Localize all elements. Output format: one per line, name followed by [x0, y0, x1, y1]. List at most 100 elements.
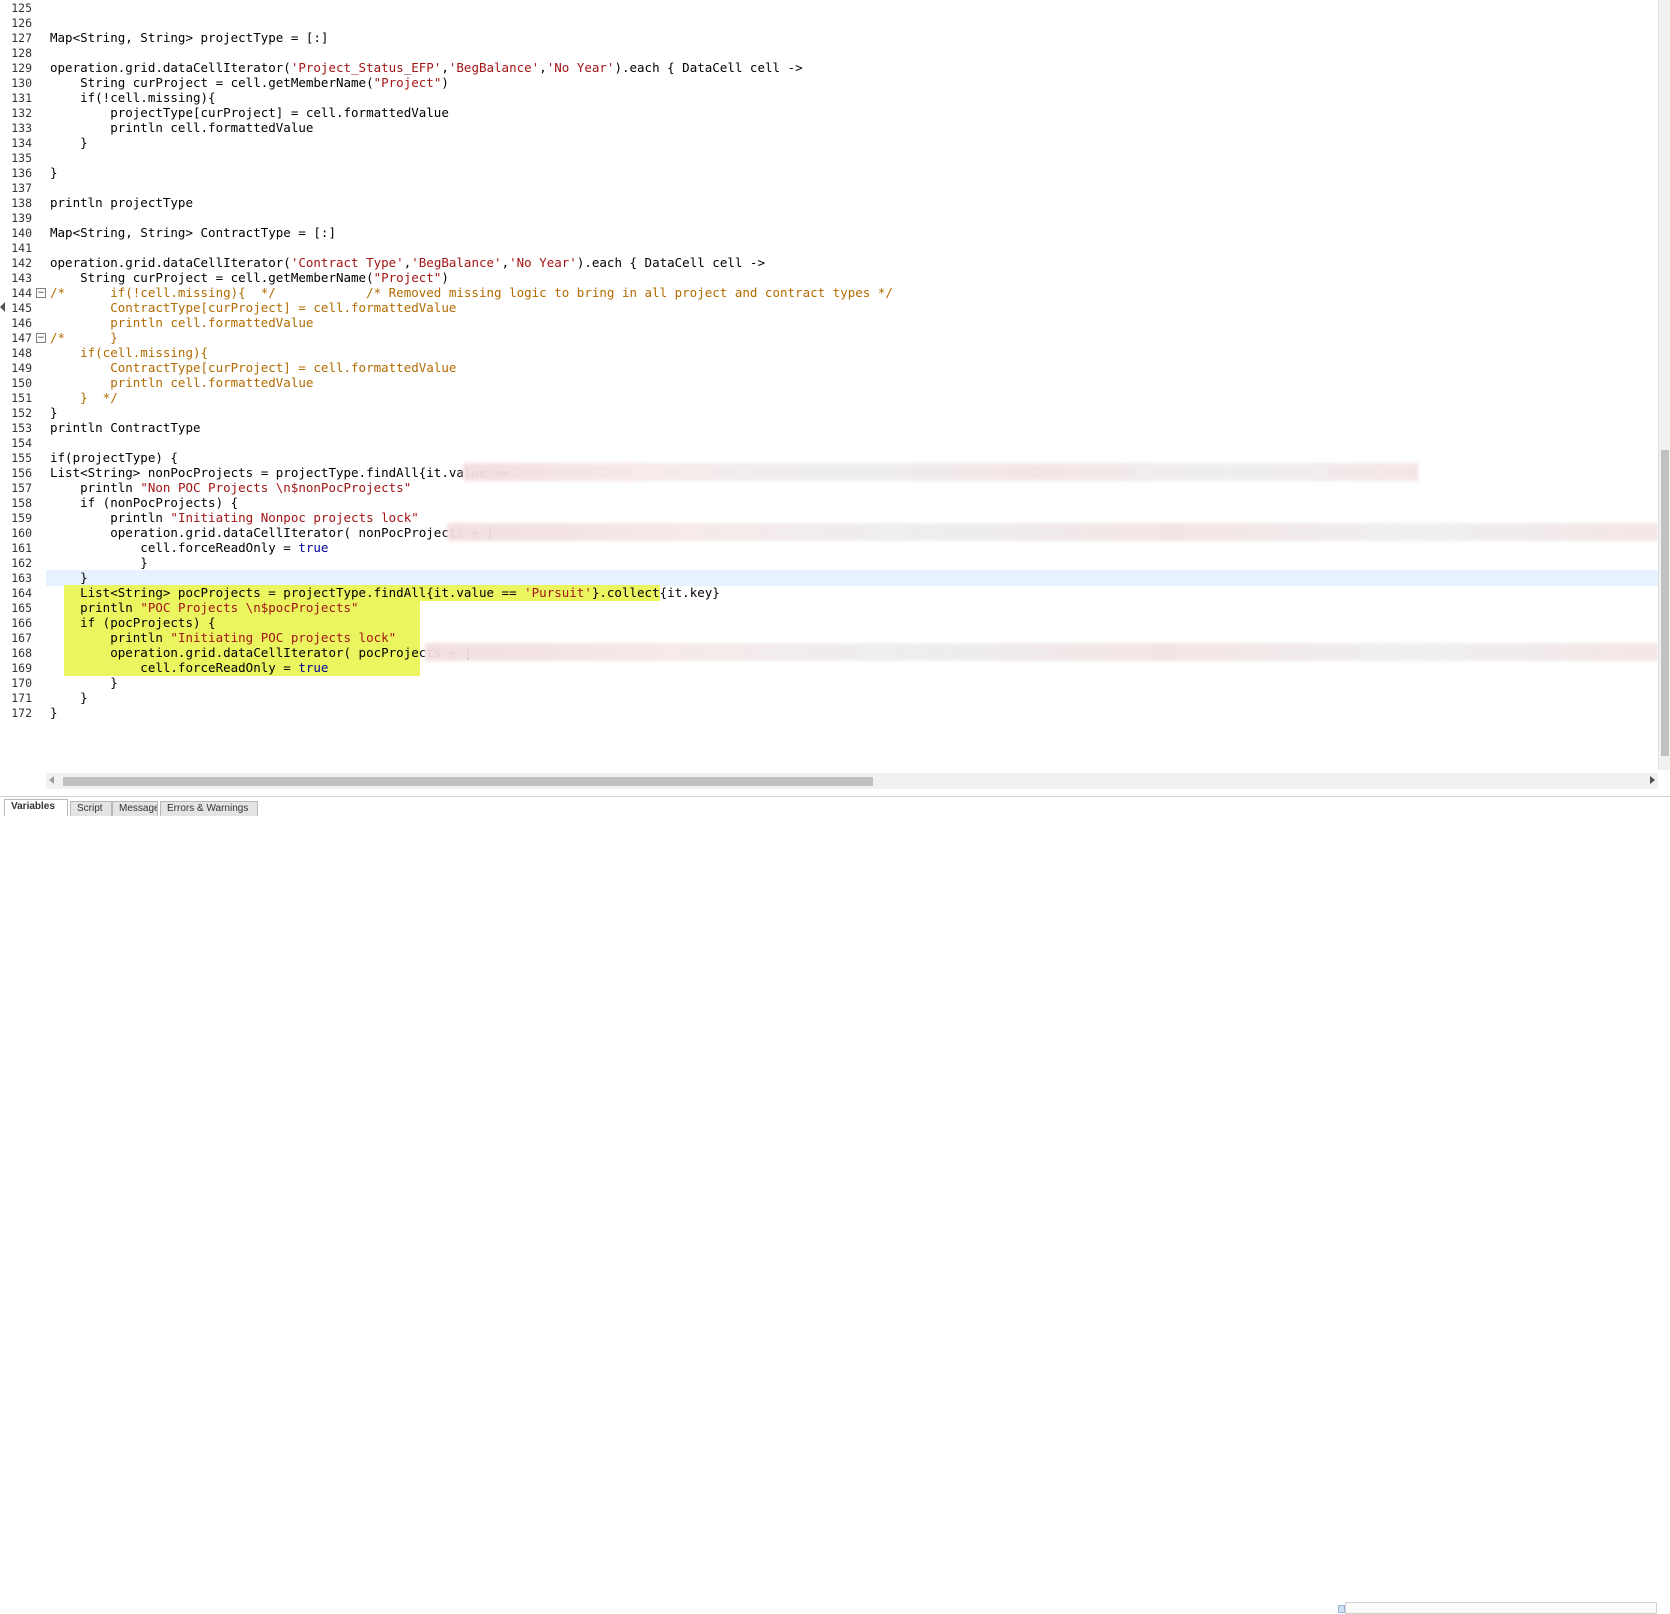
code-line[interactable]: 156 List<String> nonPocProjects = project… [0, 463, 1658, 481]
code-line[interactable]: 157 println "Non POC Projects \n$nonPocP… [0, 480, 1658, 496]
line-number: 132 [11, 106, 32, 120]
code-line[interactable]: 128 [0, 45, 1658, 61]
code-line[interactable]: 135 [0, 150, 1658, 166]
line-number: 149 [11, 361, 32, 375]
line-number: 128 [11, 46, 32, 60]
code-line[interactable]: 125 [0, 0, 1658, 16]
code-line[interactable]: 163 } [0, 570, 1658, 586]
code-editor[interactable]: 125 126 127 Map<String, String> projectType… [0, 0, 1670, 770]
line-number: 131 [11, 91, 32, 105]
code-text: operation.grid.dataCellIterator( pocProj… [50, 645, 472, 660]
code-line[interactable]: 137 [0, 180, 1658, 196]
code-line[interactable]: 170 } [0, 675, 1658, 691]
code-line[interactable]: 168 operation.grid.dataCellIterator( poc… [0, 643, 1658, 661]
vertical-scroll-thumb[interactable] [1661, 450, 1669, 756]
code-text: String curProject = cell.getMemberName("… [50, 270, 449, 285]
arrow-right-icon[interactable] [1650, 776, 1655, 784]
fold-minus-icon[interactable]: − [36, 333, 46, 343]
line-number: 154 [11, 436, 32, 450]
arrow-left-icon[interactable] [49, 776, 54, 784]
code-line[interactable]: 151 } */ [0, 390, 1658, 406]
tab-errors-warnings[interactable]: Errors & Warnings [160, 801, 258, 816]
code-text: operation.grid.dataCellIterator('Project… [50, 60, 803, 75]
code-line[interactable]: 130 String curProject = cell.getMemberNa… [0, 75, 1658, 91]
code-line[interactable]: 149 ContractType[curProject] = cell.form… [0, 360, 1658, 376]
code-line[interactable]: 129 operation.grid.dataCellIterator('Proj… [0, 60, 1658, 76]
code-text: cell.forceReadOnly = true [50, 660, 329, 675]
line-number: 127 [11, 31, 32, 45]
code-line[interactable]: 126 [0, 15, 1658, 31]
tab-messages[interactable]: Messages [112, 801, 158, 816]
code-line[interactable]: 164 List<String> pocProjects = projectTy… [0, 585, 1658, 601]
line-number: 138 [11, 196, 32, 210]
line-number: 133 [11, 121, 32, 135]
line-number: 141 [11, 241, 32, 255]
code-line[interactable]: 171 } [0, 690, 1658, 706]
code-line[interactable]: 161 cell.forceReadOnly = true [0, 540, 1658, 556]
code-text: Map<String, String> ContractType = [:] [50, 225, 336, 240]
code-line[interactable]: 154 [0, 435, 1658, 451]
code-text: /* if(!cell.missing){ */ /* Removed miss… [50, 285, 893, 300]
code-line[interactable]: 148 if(cell.missing){ [0, 345, 1658, 361]
code-text: operation.grid.dataCellIterator('Contrac… [50, 255, 765, 270]
code-line[interactable]: 146 println cell.formattedValue [0, 315, 1658, 331]
code-text: println "Initiating POC projects lock" [50, 630, 397, 645]
line-number: 147 [11, 331, 32, 345]
code-line[interactable]: 134 } [0, 135, 1658, 151]
code-line[interactable]: 143 String curProject = cell.getMemberNa… [0, 270, 1658, 286]
code-line[interactable]: 165 println "POC Projects \n$pocProjects… [0, 600, 1658, 616]
line-number: 143 [11, 271, 32, 285]
code-text: println "Non POC Projects \n$nonPocProje… [50, 480, 412, 495]
tab-script[interactable]: Script [70, 801, 112, 816]
code-text: } [50, 555, 148, 570]
search-field[interactable] [1338, 1602, 1657, 1614]
code-text: } [50, 570, 88, 585]
code-text: } */ [50, 390, 118, 405]
line-number: 171 [11, 691, 32, 705]
code-text: } [50, 405, 58, 420]
code-line[interactable]: 127 Map<String, String> projectType = [:] [0, 30, 1658, 46]
line-number: 134 [11, 136, 32, 150]
code-line[interactable]: 133 println cell.formattedValue [0, 120, 1658, 136]
code-line[interactable]: 158 if (nonPocProjects) { [0, 495, 1658, 511]
code-line[interactable]: 132 projectType[curProject] = cell.forma… [0, 105, 1658, 121]
code-line[interactable]: 145 ContractType[curProject] = cell.form… [0, 300, 1658, 316]
current-line-highlight [46, 570, 1658, 586]
horizontal-scrollbar[interactable] [46, 773, 1658, 789]
code-line[interactable]: 172} [0, 705, 1658, 721]
code-line[interactable]: 166 if (pocProjects) { [0, 615, 1658, 631]
line-number: 160 [11, 526, 32, 540]
code-line[interactable]: 136} [0, 165, 1658, 181]
code-text: projectType[curProject] = cell.formatted… [50, 105, 449, 120]
tab-variables[interactable]: Variables [4, 799, 68, 816]
line-number: 140 [11, 226, 32, 240]
fold-minus-icon[interactable]: − [36, 288, 46, 298]
horizontal-scroll-thumb[interactable] [63, 777, 873, 786]
line-number: 164 [11, 586, 32, 600]
code-text: if (nonPocProjects) { [50, 495, 239, 510]
line-number: 161 [11, 541, 32, 555]
code-text: } [50, 165, 58, 180]
code-line[interactable]: 139 [0, 210, 1658, 226]
code-line[interactable]: 142 operation.grid.dataCellIterator('Cont… [0, 255, 1658, 271]
field-icon [1338, 1605, 1345, 1613]
code-line[interactable]: 152} [0, 405, 1658, 421]
code-line[interactable]: 150 println cell.formattedValue [0, 375, 1658, 391]
code-line[interactable]: 131 if(!cell.missing){ [0, 90, 1658, 106]
code-line[interactable]: 162 } [0, 555, 1658, 571]
vertical-scrollbar[interactable] [1658, 0, 1670, 770]
code-text: } [50, 135, 88, 150]
code-text: println projectType [50, 195, 193, 210]
code-line[interactable]: 147−/* } [0, 330, 1658, 346]
code-line[interactable]: 138 println projectType [0, 195, 1658, 211]
code-line[interactable]: 153 println ContractType [0, 420, 1658, 436]
code-line[interactable]: 141 [0, 240, 1658, 256]
code-text: operation.grid.dataCellIterator( nonPocP… [50, 525, 495, 540]
code-line[interactable]: 160 operation.grid.dataCellIterator( non… [0, 523, 1658, 541]
line-number: 129 [11, 61, 32, 75]
code-line[interactable]: 144−/* if(!cell.missing){ */ /* Removed … [0, 285, 1658, 301]
code-line[interactable]: 140 Map<String, String> ContractType = [:… [0, 225, 1658, 241]
code-line[interactable]: 169 cell.forceReadOnly = true [0, 660, 1658, 676]
line-number: 135 [11, 151, 32, 165]
line-number: 169 [11, 661, 32, 675]
